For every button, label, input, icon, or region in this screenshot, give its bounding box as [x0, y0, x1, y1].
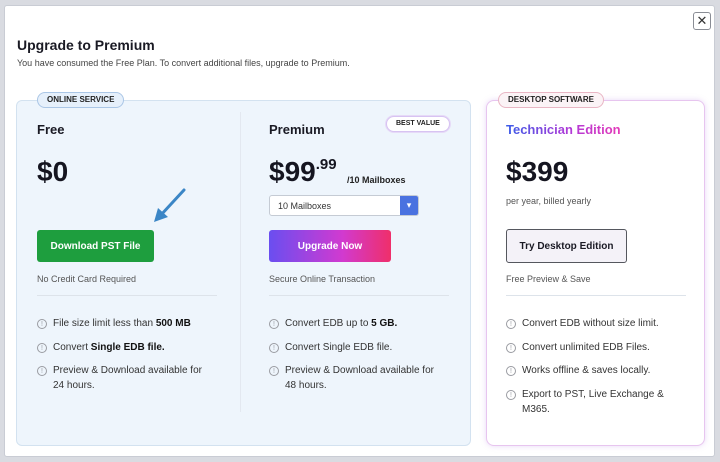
info-icon: !	[269, 343, 279, 353]
info-icon: !	[37, 319, 47, 329]
mailbox-count-select[interactable]: 10 Mailboxes ▾	[269, 195, 419, 216]
free-feature-2: Convert Single EDB file.	[53, 342, 165, 353]
free-plan-price: $0	[37, 156, 69, 187]
info-icon: !	[506, 343, 516, 353]
premium-plan-name: Premium	[269, 122, 325, 137]
info-icon: !	[269, 319, 279, 329]
close-icon[interactable]: ✕	[693, 12, 711, 30]
info-icon: !	[506, 319, 516, 329]
online-service-badge: ONLINE SERVICE	[37, 92, 125, 108]
best-value-badge: BEST VALUE	[386, 116, 450, 132]
mailbox-select-value: 10 Mailboxes	[278, 201, 332, 211]
download-pst-button[interactable]: Download PST File	[37, 230, 154, 262]
desktop-plan-price: $399	[506, 156, 569, 187]
desktop-plan-divider	[506, 295, 686, 296]
free-plan-note: No Credit Card Required	[37, 274, 137, 284]
desktop-feature-4: Export to PST, Live Exchange & M365.	[522, 389, 664, 415]
info-icon: !	[37, 343, 47, 353]
dialog-title: Upgrade to Premium	[17, 37, 155, 53]
dialog-subtitle: You have consumed the Free Plan. To conv…	[17, 58, 350, 68]
info-icon: !	[506, 366, 516, 376]
pointer-arrow-icon	[154, 188, 186, 222]
desktop-software-badge: DESKTOP SOFTWARE	[498, 92, 604, 108]
premium-price-unit: /10 Mailboxes	[347, 175, 406, 185]
info-icon: !	[269, 366, 279, 376]
plan-divider	[240, 112, 241, 412]
desktop-billing-note: per year, billed yearly	[506, 196, 592, 206]
online-service-panel	[16, 100, 471, 446]
desktop-feature-2: Convert unlimited EDB Files.	[522, 342, 650, 353]
technician-edition-title: Technician Edition	[506, 122, 621, 137]
free-feature-3: Preview & Download available for 24 hours…	[53, 365, 202, 391]
info-icon: !	[506, 390, 516, 400]
desktop-plan-note: Free Preview & Save	[506, 274, 591, 284]
try-desktop-edition-button[interactable]: Try Desktop Edition	[506, 229, 627, 263]
premium-feature-2: Convert Single EDB file.	[285, 342, 393, 353]
free-plan-name: Free	[37, 122, 65, 137]
free-feature-1: File size limit less than 500 MB	[53, 318, 191, 329]
desktop-feature-3: Works offline & saves locally.	[522, 365, 651, 376]
upgrade-now-button[interactable]: Upgrade Now	[269, 230, 391, 262]
desktop-feature-1: Convert EDB without size limit.	[522, 318, 659, 329]
premium-plan-divider	[269, 295, 449, 296]
chevron-down-icon[interactable]: ▾	[400, 196, 418, 215]
premium-plan-note: Secure Online Transaction	[269, 274, 376, 284]
info-icon: !	[37, 366, 47, 376]
free-plan-divider	[37, 295, 217, 296]
premium-plan-price: $99.99	[269, 156, 337, 187]
premium-feature-3: Preview & Download available for 48 hours…	[285, 365, 434, 391]
premium-feature-1: Convert EDB up to 5 GB.	[285, 318, 398, 329]
